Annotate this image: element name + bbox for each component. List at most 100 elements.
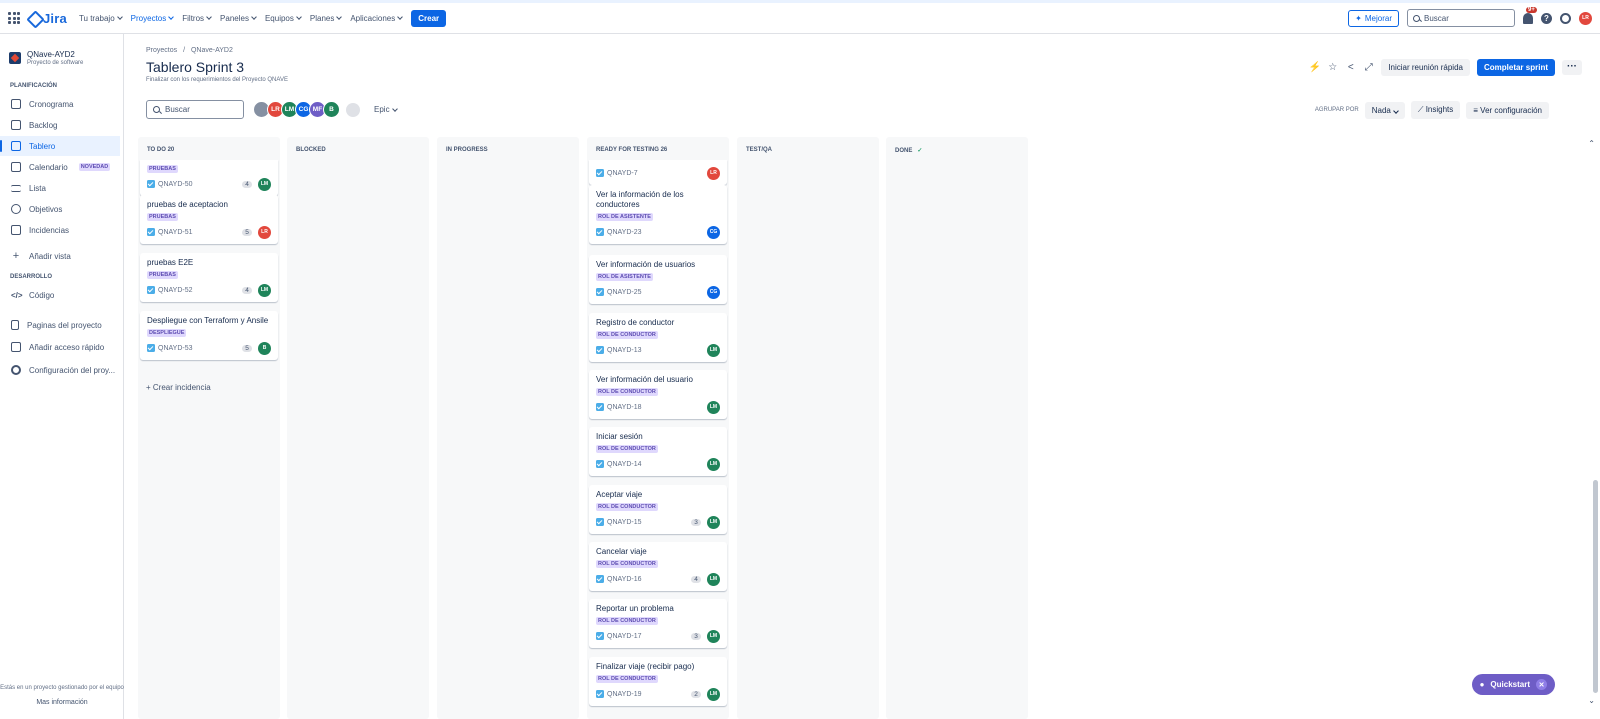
user-avatar[interactable]: LR xyxy=(1579,11,1592,25)
issue-footer: QNAYD-14 LM xyxy=(596,457,720,471)
more-actions-button[interactable]: ··· xyxy=(1562,60,1582,75)
assignee-avatar[interactable]: LM xyxy=(707,515,720,529)
epic-filter[interactable]: Epic xyxy=(374,105,398,114)
nav-filtros[interactable]: Filtros xyxy=(182,14,212,23)
nav-proyectos[interactable]: Proyectos xyxy=(131,14,175,23)
assignee-avatar[interactable]: LM xyxy=(707,400,720,414)
sidebar-item-incidencias[interactable]: Incidencias xyxy=(0,220,120,240)
board-search-input[interactable]: Buscar xyxy=(146,100,244,119)
issue-card[interactable]: PRUEBAS QNAYD-50 4 LM xyxy=(140,160,278,196)
issue-key-text: QNAYD-15 xyxy=(607,518,642,526)
scrollbar-thumb[interactable] xyxy=(1593,480,1598,693)
assignee-avatar[interactable]: LM xyxy=(258,283,271,297)
sidebar-item-objetivos[interactable]: Objetivos xyxy=(0,199,120,219)
assignee-avatar[interactable]: LR xyxy=(258,225,271,239)
assignee-avatar[interactable]: B xyxy=(258,341,271,355)
insights-button[interactable]: ⟋ Insights xyxy=(1410,101,1461,119)
code-icon: </> xyxy=(11,290,23,300)
issue-card[interactable]: Reportar un problema ROL DE CONDUCTOR QNA… xyxy=(589,599,727,648)
issue-key[interactable]: QNAYD-53 xyxy=(147,344,193,352)
sidebar-item-tablero[interactable]: Tablero xyxy=(0,136,120,156)
project-header[interactable]: QNave-AYD2 Proyecto de software xyxy=(0,34,123,66)
scroll-down-icon[interactable]: ⌄ xyxy=(1588,696,1595,705)
issue-card[interactable]: Ver información del usuario ROL DE CONDUC… xyxy=(589,370,727,419)
create-button[interactable]: Crear xyxy=(411,9,447,27)
add-people-icon[interactable] xyxy=(346,102,360,117)
nav-planes[interactable]: Planes xyxy=(310,14,343,23)
sidebar-item-codigo[interactable]: </> Código xyxy=(0,285,120,305)
assignee-avatar[interactable]: LM xyxy=(258,177,271,191)
breadcrumb-projects[interactable]: Proyectos xyxy=(146,47,177,54)
settings-gear-icon[interactable] xyxy=(1560,12,1571,24)
issue-key[interactable]: QNAYD-25 xyxy=(596,288,642,296)
sidebar-item-calendario[interactable]: Calendario NOVEDAD xyxy=(0,157,120,177)
assignee-avatar[interactable]: LR xyxy=(707,166,720,180)
nav-equipos[interactable]: Equipos xyxy=(265,14,302,23)
issue-card[interactable]: QNAYD-7 LR xyxy=(589,160,727,185)
issue-card[interactable]: Aceptar viaje ROL DE CONDUCTOR QNAYD-15 3… xyxy=(589,485,727,534)
issue-key[interactable]: QNAYD-52 xyxy=(147,286,193,294)
issue-card[interactable]: Iniciar sesión ROL DE CONDUCTOR QNAYD-14 … xyxy=(589,427,727,476)
share-icon[interactable]: < xyxy=(1345,62,1356,73)
assignee-avatar[interactable]: LM xyxy=(707,457,720,471)
quickstart-button[interactable]: ● Quickstart ✕ xyxy=(1471,674,1555,695)
nav-aplicaciones[interactable]: Aplicaciones xyxy=(350,14,404,23)
issue-card[interactable]: Cancelar viaje ROL DE CONDUCTOR QNAYD-16 … xyxy=(589,542,727,591)
issue-key[interactable]: QNAYD-23 xyxy=(596,228,642,236)
assignee-avatar[interactable]: LM xyxy=(707,629,720,643)
issue-card[interactable]: Ver la información de los conductores ROL… xyxy=(589,185,727,244)
group-by-select[interactable]: Nada xyxy=(1364,101,1405,119)
add-view-button[interactable]: + Añadir vista xyxy=(0,246,120,266)
issue-key[interactable]: QNAYD-17 xyxy=(596,632,642,640)
issue-key[interactable]: QNAYD-15 xyxy=(596,518,642,526)
view-settings-button[interactable]: ≡ Ver configuración xyxy=(1466,101,1549,119)
issue-key[interactable]: QNAYD-50 xyxy=(147,180,193,188)
help-icon[interactable]: ? xyxy=(1541,12,1552,24)
issue-card[interactable]: pruebas E2E PRUEBAS QNAYD-52 4 LM xyxy=(140,253,278,302)
notifications-icon[interactable]: 9+ xyxy=(1523,6,1537,24)
issue-key[interactable]: QNAYD-7 xyxy=(596,169,638,177)
nav-tu-trabajo[interactable]: Tu trabajo xyxy=(79,14,123,23)
sidebar-item-paginas[interactable]: Paginas del proyecto xyxy=(0,315,120,335)
column-header: TO DO 20 xyxy=(147,147,175,153)
nav-paneles[interactable]: Paneles xyxy=(220,14,257,23)
issue-card[interactable]: Ver información de usuarios ROL DE ASISTE… xyxy=(589,255,727,304)
issue-key[interactable]: QNAYD-51 xyxy=(147,228,193,236)
sidebar-item-settings[interactable]: Configuración del proy... xyxy=(0,360,120,380)
issue-key[interactable]: QNAYD-19 xyxy=(596,690,642,698)
assignee-avatar[interactable]: LM xyxy=(707,572,720,586)
issue-card[interactable]: Despliegue con Terraform y Ansile DESPLIE… xyxy=(140,311,278,360)
breadcrumb-project[interactable]: QNave-AYD2 xyxy=(191,47,233,54)
issue-key[interactable]: QNAYD-14 xyxy=(596,460,642,468)
issue-card[interactable]: Finalizar viaje (recibir pago) ROL DE CON… xyxy=(589,657,727,706)
issue-card[interactable]: pruebas de aceptacion PRUEBAS QNAYD-51 5 … xyxy=(140,195,278,244)
quick-meeting-button[interactable]: Iniciar reunión rápida xyxy=(1381,59,1470,76)
issue-card[interactable]: Registro de conductor ROL DE CONDUCTOR QN… xyxy=(589,313,727,362)
jira-logo-icon xyxy=(28,12,40,24)
more-info-link[interactable]: Mas información xyxy=(0,699,124,706)
upgrade-button[interactable]: ✦ Mejorar xyxy=(1348,9,1399,27)
sidebar-item-add-shortcut[interactable]: Añadir acceso rápido xyxy=(0,337,120,357)
app-switcher-icon[interactable] xyxy=(8,12,20,24)
assignee-avatar[interactable]: LM xyxy=(707,343,720,357)
expand-icon[interactable]: ⤢ xyxy=(1363,62,1374,73)
issue-key[interactable]: QNAYD-13 xyxy=(596,346,642,354)
jira-logo[interactable]: Jira xyxy=(28,11,67,26)
sidebar-item-backlog[interactable]: Backlog xyxy=(0,115,120,135)
star-icon[interactable]: ☆ xyxy=(1327,62,1338,73)
sidebar-item-cronograma[interactable]: Cronograma xyxy=(0,94,120,114)
assignee-avatar[interactable]: LM xyxy=(707,687,720,701)
issue-key[interactable]: QNAYD-16 xyxy=(596,575,642,583)
issue-key[interactable]: QNAYD-18 xyxy=(596,403,642,411)
global-search-input[interactable]: Buscar xyxy=(1407,9,1515,27)
create-issue-button[interactable]: + Crear incidencia xyxy=(146,383,211,392)
avatar[interactable]: B xyxy=(323,101,340,118)
story-type-icon xyxy=(596,690,604,698)
vertical-scrollbar[interactable] xyxy=(1592,147,1598,702)
complete-sprint-button[interactable]: Completar sprint xyxy=(1476,59,1555,76)
assignee-avatar[interactable]: CG xyxy=(707,225,720,239)
close-icon[interactable]: ✕ xyxy=(1536,679,1547,690)
assignee-avatar[interactable]: CG xyxy=(707,285,720,299)
lightning-icon[interactable]: ⚡ xyxy=(1309,62,1321,73)
sidebar-item-lista[interactable]: Lista xyxy=(0,178,120,198)
